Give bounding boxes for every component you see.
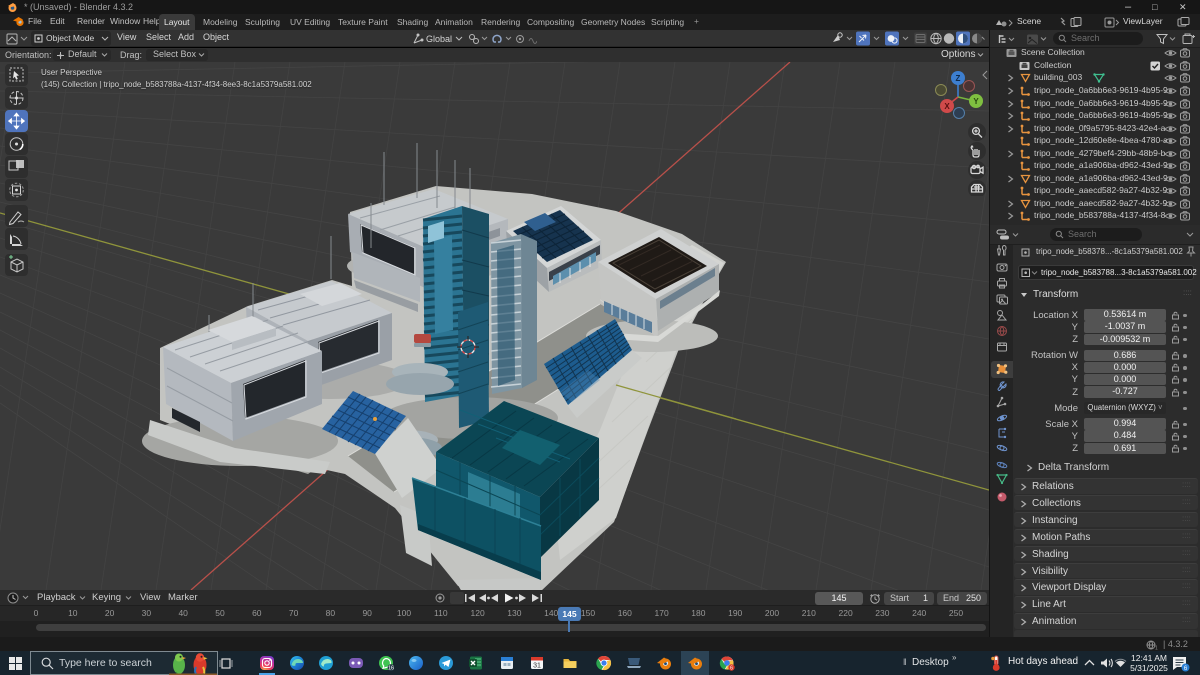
svg-text:31: 31 (533, 663, 541, 670)
svg-text:Global: Global (426, 34, 452, 44)
svg-text:16: 16 (388, 666, 394, 672)
svg-text:6: 6 (730, 666, 733, 671)
svg-text:Z: Z (956, 74, 961, 83)
svg-text:Y: Y (973, 97, 979, 106)
svg-text:X: X (944, 102, 950, 111)
svg-text:1: 1 (1155, 646, 1158, 651)
